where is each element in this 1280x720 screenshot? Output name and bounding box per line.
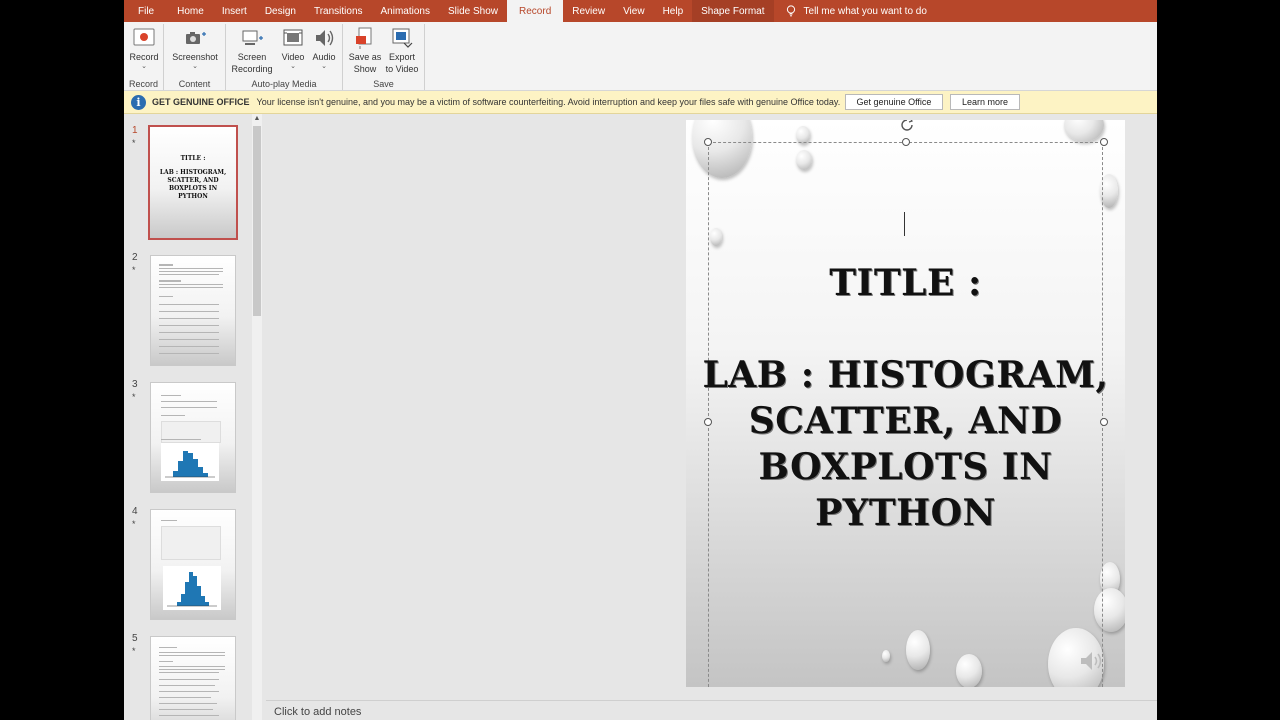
slide-number: 1 — [132, 125, 138, 136]
content-group: Screenshot ⌄ Content — [164, 24, 226, 90]
tab-view[interactable]: View — [614, 0, 654, 22]
screen-recording-button[interactable]: Screen Recording — [229, 26, 275, 75]
export-video-label-2: to Video — [385, 64, 419, 74]
resize-handle[interactable] — [902, 138, 910, 146]
license-title: GET GENUINE OFFICE — [152, 97, 250, 107]
tab-shape-format[interactable]: Shape Format — [692, 0, 774, 22]
video-label: Video — [281, 52, 305, 62]
screen-recording-label-2: Recording — [231, 64, 273, 74]
tab-insert[interactable]: Insert — [213, 0, 256, 22]
tab-home[interactable]: Home — [168, 0, 213, 22]
histogram-thumbnail — [163, 566, 221, 610]
water-drop-decoration — [1064, 120, 1104, 142]
slide-number: 3 — [132, 379, 138, 390]
group-label-content: Content — [178, 79, 211, 89]
record-label: Record — [129, 52, 159, 62]
lightbulb-icon — [786, 5, 795, 17]
audio-button[interactable]: Audio ⌄ — [310, 26, 338, 71]
animation-star-icon: * — [132, 265, 136, 275]
thumbnail-title: TITLE : LAB : HISTOGRAM, SCATTER, AND BO… — [154, 155, 232, 201]
thumbnail-title-line-2: LAB : HISTOGRAM, SCATTER, AND BOXPLOTS I… — [159, 169, 227, 200]
save-as-show-icon — [356, 27, 372, 49]
record-icon — [133, 28, 155, 46]
slide-thumbnail-5[interactable] — [150, 636, 236, 720]
slide-title[interactable]: TITLE : LAB : HISTOGRAM, SCATTER, AND BO… — [686, 260, 1125, 536]
chevron-down-icon: ⌄ — [141, 63, 147, 70]
thumbnail-scrollbar[interactable]: ▲ — [252, 114, 262, 720]
ribbon: Record ⌄ Record Screenshot ⌄ Content Scr… — [124, 22, 1157, 91]
tell-me-search[interactable]: Tell me what you want to do — [774, 0, 927, 22]
autoplay-media-group: Screen Recording Video ⌄ Audio ⌄ Auto-pl… — [226, 24, 343, 90]
export-video-label-1: Export — [388, 52, 415, 62]
slide-thumbnail-1[interactable]: TITLE : LAB : HISTOGRAM, SCATTER, AND BO… — [148, 125, 238, 240]
camera-icon — [186, 32, 206, 44]
save-as-show-label-2: Show — [353, 64, 377, 74]
slide-number: 5 — [132, 633, 138, 644]
current-slide[interactable]: TITLE : LAB : HISTOGRAM, SCATTER, AND BO… — [686, 120, 1125, 687]
info-icon: i — [131, 94, 146, 110]
tell-me-label: Tell me what you want to do — [803, 5, 927, 17]
scrollbar-thumb[interactable] — [253, 126, 261, 316]
tab-review[interactable]: Review — [563, 0, 614, 22]
group-label-save: Save — [373, 79, 394, 89]
animation-star-icon: * — [132, 392, 136, 402]
video-button[interactable]: Video ⌄ — [278, 26, 308, 71]
export-to-video-button[interactable]: Export to Video — [383, 26, 421, 75]
tab-file[interactable]: File — [124, 0, 168, 22]
slide-thumbnail-4[interactable] — [150, 509, 236, 620]
chevron-down-icon: ⌄ — [192, 63, 198, 70]
rotate-handle-icon[interactable] — [899, 120, 915, 133]
screen-recording-label-1: Screen — [237, 52, 267, 62]
film-icon — [283, 29, 303, 46]
slide-thumbnail-2[interactable] — [150, 255, 236, 366]
animation-star-icon: * — [132, 646, 136, 656]
save-group: Save as Show Export to Video Save — [343, 24, 425, 90]
license-warning-bar: i GET GENUINE OFFICE Your license isn't … — [124, 91, 1157, 114]
tab-help[interactable]: Help — [654, 0, 693, 22]
histogram-thumbnail — [161, 443, 219, 481]
powerpoint-window: File Home Insert Design Transitions Anim… — [124, 0, 1157, 720]
animation-star-icon: * — [132, 138, 136, 148]
slide-number: 2 — [132, 252, 138, 263]
tab-animations[interactable]: Animations — [372, 0, 439, 22]
tab-design[interactable]: Design — [256, 0, 305, 22]
text-cursor — [904, 212, 905, 236]
thumbnail-title-line-1: TITLE : — [180, 155, 206, 162]
record-button[interactable]: Record ⌄ — [128, 26, 160, 71]
audio-label: Audio — [312, 52, 336, 62]
animation-star-icon: * — [132, 519, 136, 529]
screen-recording-icon — [242, 30, 263, 45]
learn-more-button[interactable]: Learn more — [950, 94, 1020, 110]
record-group: Record ⌄ Record — [124, 24, 164, 90]
group-label-record: Record — [128, 79, 158, 89]
group-label-autoplay: Auto-play Media — [251, 79, 317, 89]
chevron-down-icon: ⌄ — [290, 63, 296, 70]
scroll-up-arrow-icon[interactable]: ▲ — [252, 114, 262, 124]
slide-editor: TITLE : LAB : HISTOGRAM, SCATTER, AND BO… — [266, 114, 1157, 700]
tab-transitions[interactable]: Transitions — [305, 0, 372, 22]
save-as-show-button[interactable]: Save as Show — [347, 26, 383, 75]
license-message: Your license isn't genuine, and you may … — [256, 97, 841, 107]
chevron-down-icon: ⌄ — [321, 63, 327, 70]
slide-thumbnails-pane: 1 * TITLE : LAB : HISTOGRAM, SCATTER, AN… — [124, 114, 266, 720]
slide-thumbnail-3[interactable] — [150, 382, 236, 493]
audio-speaker-icon[interactable] — [1078, 648, 1104, 674]
screenshot-label: Screenshot — [172, 52, 218, 62]
resize-handle[interactable] — [1100, 138, 1108, 146]
slide-title-line-1: TITLE : — [829, 262, 982, 304]
notes-pane[interactable]: Click to add notes — [266, 700, 1157, 720]
tab-record[interactable]: Record — [507, 0, 564, 22]
notes-placeholder: Click to add notes — [274, 706, 362, 718]
export-video-icon — [392, 28, 413, 48]
screenshot-button[interactable]: Screenshot ⌄ — [168, 26, 222, 71]
get-genuine-office-button[interactable]: Get genuine Office — [845, 94, 943, 110]
ribbon-tabs: File Home Insert Design Transitions Anim… — [124, 0, 1157, 22]
resize-handle[interactable] — [704, 138, 712, 146]
slide-number: 4 — [132, 506, 138, 517]
save-as-show-label-1: Save as — [348, 52, 382, 62]
tab-slide-show[interactable]: Slide Show — [439, 0, 507, 22]
slide-title-line-2: LAB : HISTOGRAM, SCATTER, AND BOXPLOTS I… — [702, 354, 1109, 534]
speaker-icon — [316, 30, 334, 46]
